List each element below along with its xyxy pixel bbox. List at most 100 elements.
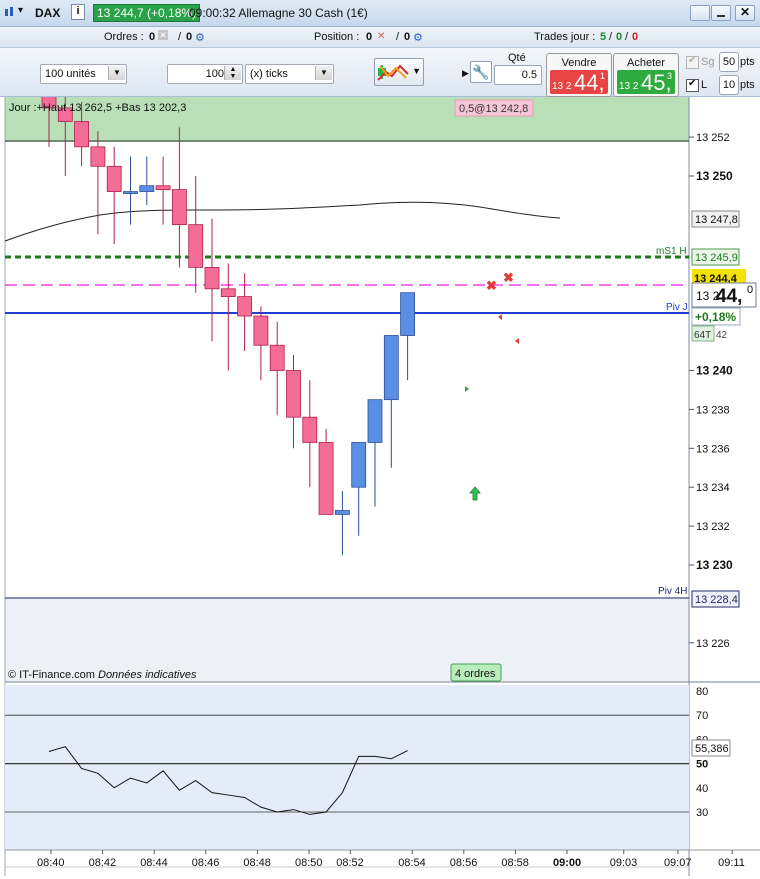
sell-label: Vendre (561, 57, 597, 69)
buy-panel: Acheter 13 2 45, 3 (613, 53, 679, 97)
chart-icon[interactable] (4, 6, 16, 18)
close-position-icon[interactable]: ✕ (377, 31, 385, 42)
orders-count: 0 (149, 31, 156, 43)
session-high-low-text: Jour :+Haut 13 262,5 +Bas 13 202,3 (9, 102, 186, 114)
wrench-icon[interactable]: 🔧 (470, 61, 492, 83)
candle-body[interactable] (351, 442, 367, 488)
candle-body[interactable] (220, 288, 236, 297)
orders-label: Ordres : (104, 31, 144, 43)
candle-body[interactable] (302, 416, 318, 443)
price-axis-label: 13 232 (696, 521, 730, 533)
price-axis-label: 13 230 (696, 558, 733, 572)
chevron-down-icon: ▼ (315, 66, 332, 80)
stepper-arrows-icon[interactable]: ▲ ▼ (224, 66, 241, 80)
ticks-select-value: (x) ticks (250, 68, 288, 80)
sg-checkbox[interactable]: ✔ (686, 55, 699, 69)
units-select-value: 100 unités (45, 68, 96, 80)
sg-label: Sg (701, 56, 715, 68)
osc-axis-label: 30 (696, 807, 708, 819)
price-axis-label: 13 250 (696, 169, 733, 183)
price-chart[interactable]: 13 25213 25013 24013 23813 23613 23413 2… (0, 59, 760, 876)
close-button[interactable]: ✕ (735, 5, 755, 21)
price-axis-label: 13 238 (696, 404, 730, 416)
strategy-button[interactable]: ▼ (374, 58, 424, 86)
chart-area[interactable]: 13 252 13 250 13 240 13 238 13 236 13 234 13 2… (0, 59, 760, 876)
order-tag[interactable]: 0,5@13 242,8 (459, 103, 528, 115)
orders-separator: / (178, 31, 182, 43)
chevron-down-icon: ▼ (108, 66, 125, 80)
oscillator-pane (5, 685, 689, 850)
osc-value-tag: 55,386 (695, 743, 729, 755)
candle-body[interactable] (155, 185, 171, 191)
candle-body[interactable] (269, 344, 285, 371)
qty-label: Qté (508, 52, 526, 64)
buy-price-sup: 3 (667, 71, 673, 81)
candle-body[interactable] (253, 315, 269, 346)
l-pts-label: pts (740, 79, 755, 91)
info-icon[interactable]: i (71, 4, 85, 20)
candle-body[interactable] (400, 292, 416, 336)
orders-badge[interactable]: 4 ordres (455, 668, 496, 680)
timer-badge: 64T (694, 330, 711, 341)
units-select[interactable]: 100 unités ▼ (40, 64, 127, 84)
price-axis-label: 13 252 (696, 132, 730, 144)
price-axis-label: 13 240 (696, 364, 733, 378)
candle-body[interactable] (383, 335, 399, 401)
candle-body[interactable] (74, 121, 89, 148)
l-label: L (701, 79, 708, 91)
candle-body[interactable] (318, 442, 334, 515)
osc-axis-label: 80 (696, 686, 708, 698)
ms1-label: mS1 H (656, 246, 687, 257)
sell-price-small: 13 2 (552, 81, 572, 92)
disclaimer-text: Données indicatives (98, 669, 197, 681)
osc-axis-label: 40 (696, 783, 708, 795)
candle-body[interactable] (188, 224, 204, 268)
osc-axis-label: 50 (696, 759, 708, 771)
ticks-select[interactable]: (x) ticks ▼ (245, 64, 334, 84)
qty-input[interactable]: 0.5 (494, 65, 542, 85)
l-input[interactable]: 10 (719, 75, 739, 95)
sell-button[interactable]: 13 2 44, 1 (550, 70, 608, 95)
quantity-stepper[interactable]: 100 ▲ ▼ (167, 64, 243, 84)
candle-body[interactable] (334, 510, 350, 515)
keyboard-icon[interactable] (690, 5, 710, 21)
l-checkbox[interactable]: ✔ (686, 78, 699, 92)
candle-body[interactable] (237, 296, 253, 317)
piv4h-label: Piv 4H (658, 586, 687, 597)
buy-button[interactable]: 13 2 45, 3 (617, 70, 675, 95)
trades-sep-2: / (625, 31, 629, 43)
quantity-value: 100 (205, 68, 224, 80)
candle-body[interactable] (123, 191, 138, 194)
svg-text:✖: ✖ (486, 278, 497, 293)
osc-axis-label: 70 (696, 710, 708, 722)
position-count: 0 (366, 31, 373, 43)
buy-price-small: 13 2 (619, 81, 639, 92)
candle-body[interactable] (171, 189, 187, 226)
candle-body[interactable] (139, 185, 155, 192)
sell-marker-icon[interactable]: ✖ (486, 278, 497, 293)
sg-input[interactable]: 50 (719, 52, 739, 72)
orders-count2: 0 (186, 31, 193, 43)
buy-label: Acheter (627, 57, 665, 69)
cancel-orders-icon[interactable]: ✕ (158, 30, 168, 40)
qty-input-value: 0.5 (521, 69, 537, 81)
order-toolbar: 100 unités ▼ 100 ▲ ▼ (x) ticks ▼ ▼ ▶ 🔧 Qt… (0, 48, 760, 97)
candle-body[interactable] (367, 399, 383, 443)
orders-settings-icon[interactable]: ⚙ (195, 31, 205, 44)
candle-body[interactable] (204, 267, 220, 290)
sell-marker-icon[interactable]: ✖ (503, 270, 514, 285)
current-price-sup: 0 (747, 284, 753, 296)
instrument-label[interactable]: DAX (35, 6, 60, 20)
candle-body[interactable] (286, 370, 301, 418)
trades-a: 0 (616, 31, 623, 43)
price-axis-label: 13 234 (696, 482, 730, 494)
dropdown-arrow-icon[interactable]: ▾ (18, 5, 23, 16)
candle-body[interactable] (90, 146, 106, 167)
trades-label: Trades jour : (534, 31, 596, 43)
expand-arrow-icon[interactable]: ▶ (462, 68, 469, 79)
candle-body[interactable] (106, 165, 122, 192)
position-settings-icon[interactable]: ⚙ (413, 31, 423, 44)
trades-b: 0 (632, 31, 639, 43)
minimize-button[interactable] (711, 5, 731, 21)
change-badge: +0,18% (695, 310, 736, 324)
